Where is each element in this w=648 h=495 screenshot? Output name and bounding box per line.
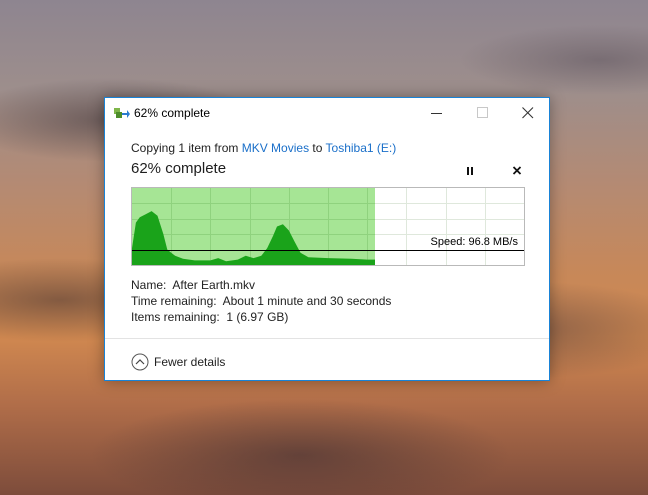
maximize-button[interactable] — [460, 98, 506, 128]
copy-description: Copying 1 item from MKV Movies to Toshib… — [131, 141, 396, 155]
name-value: After Earth.mkv — [172, 278, 256, 292]
copy-prefix: Copying 1 item from — [131, 141, 242, 155]
source-link[interactable]: MKV Movies — [242, 141, 309, 155]
speed-label: Speed: 96.8 MB/s — [430, 236, 518, 248]
destination-link[interactable]: Toshiba1 (E:) — [326, 141, 397, 155]
progress-status: 62% complete — [131, 160, 227, 177]
speed-graph: Speed: 96.8 MB/s — [131, 187, 525, 266]
detail-name-row: Name: After Earth.mkv — [131, 278, 255, 292]
time-value: About 1 minute and 30 seconds — [222, 294, 392, 308]
maximize-icon — [477, 107, 488, 118]
fewer-details-toggle[interactable]: Fewer details — [131, 352, 225, 372]
close-icon — [522, 107, 534, 119]
footer-divider — [105, 338, 549, 339]
copy-transfer-icon — [114, 108, 130, 118]
time-label: Time remaining: — [131, 294, 217, 308]
cancel-icon — [512, 166, 522, 175]
window-title: 62% complete — [134, 106, 211, 120]
chevron-up-circle-icon — [131, 353, 149, 371]
cancel-button[interactable] — [507, 162, 527, 180]
title-bar[interactable]: 62% complete — [105, 98, 549, 128]
name-label: Name: — [131, 278, 167, 292]
to-word: to — [309, 141, 326, 155]
items-value: 1 (6.97 GB) — [226, 310, 289, 324]
minimize-button[interactable] — [414, 98, 460, 128]
pause-icon — [467, 167, 473, 175]
pause-button[interactable] — [460, 162, 480, 180]
detail-time-row: Time remaining: About 1 minute and 30 se… — [131, 294, 391, 308]
items-label: Items remaining: — [131, 310, 220, 324]
speed-graph-canvas — [132, 188, 524, 265]
fewer-details-label: Fewer details — [154, 355, 226, 369]
close-button[interactable] — [505, 98, 551, 128]
minimize-icon — [431, 113, 442, 114]
detail-items-row: Items remaining: 1 (6.97 GB) — [131, 310, 288, 324]
file-copy-dialog: 62% complete Copying 1 item from MKV Mov… — [104, 97, 550, 381]
